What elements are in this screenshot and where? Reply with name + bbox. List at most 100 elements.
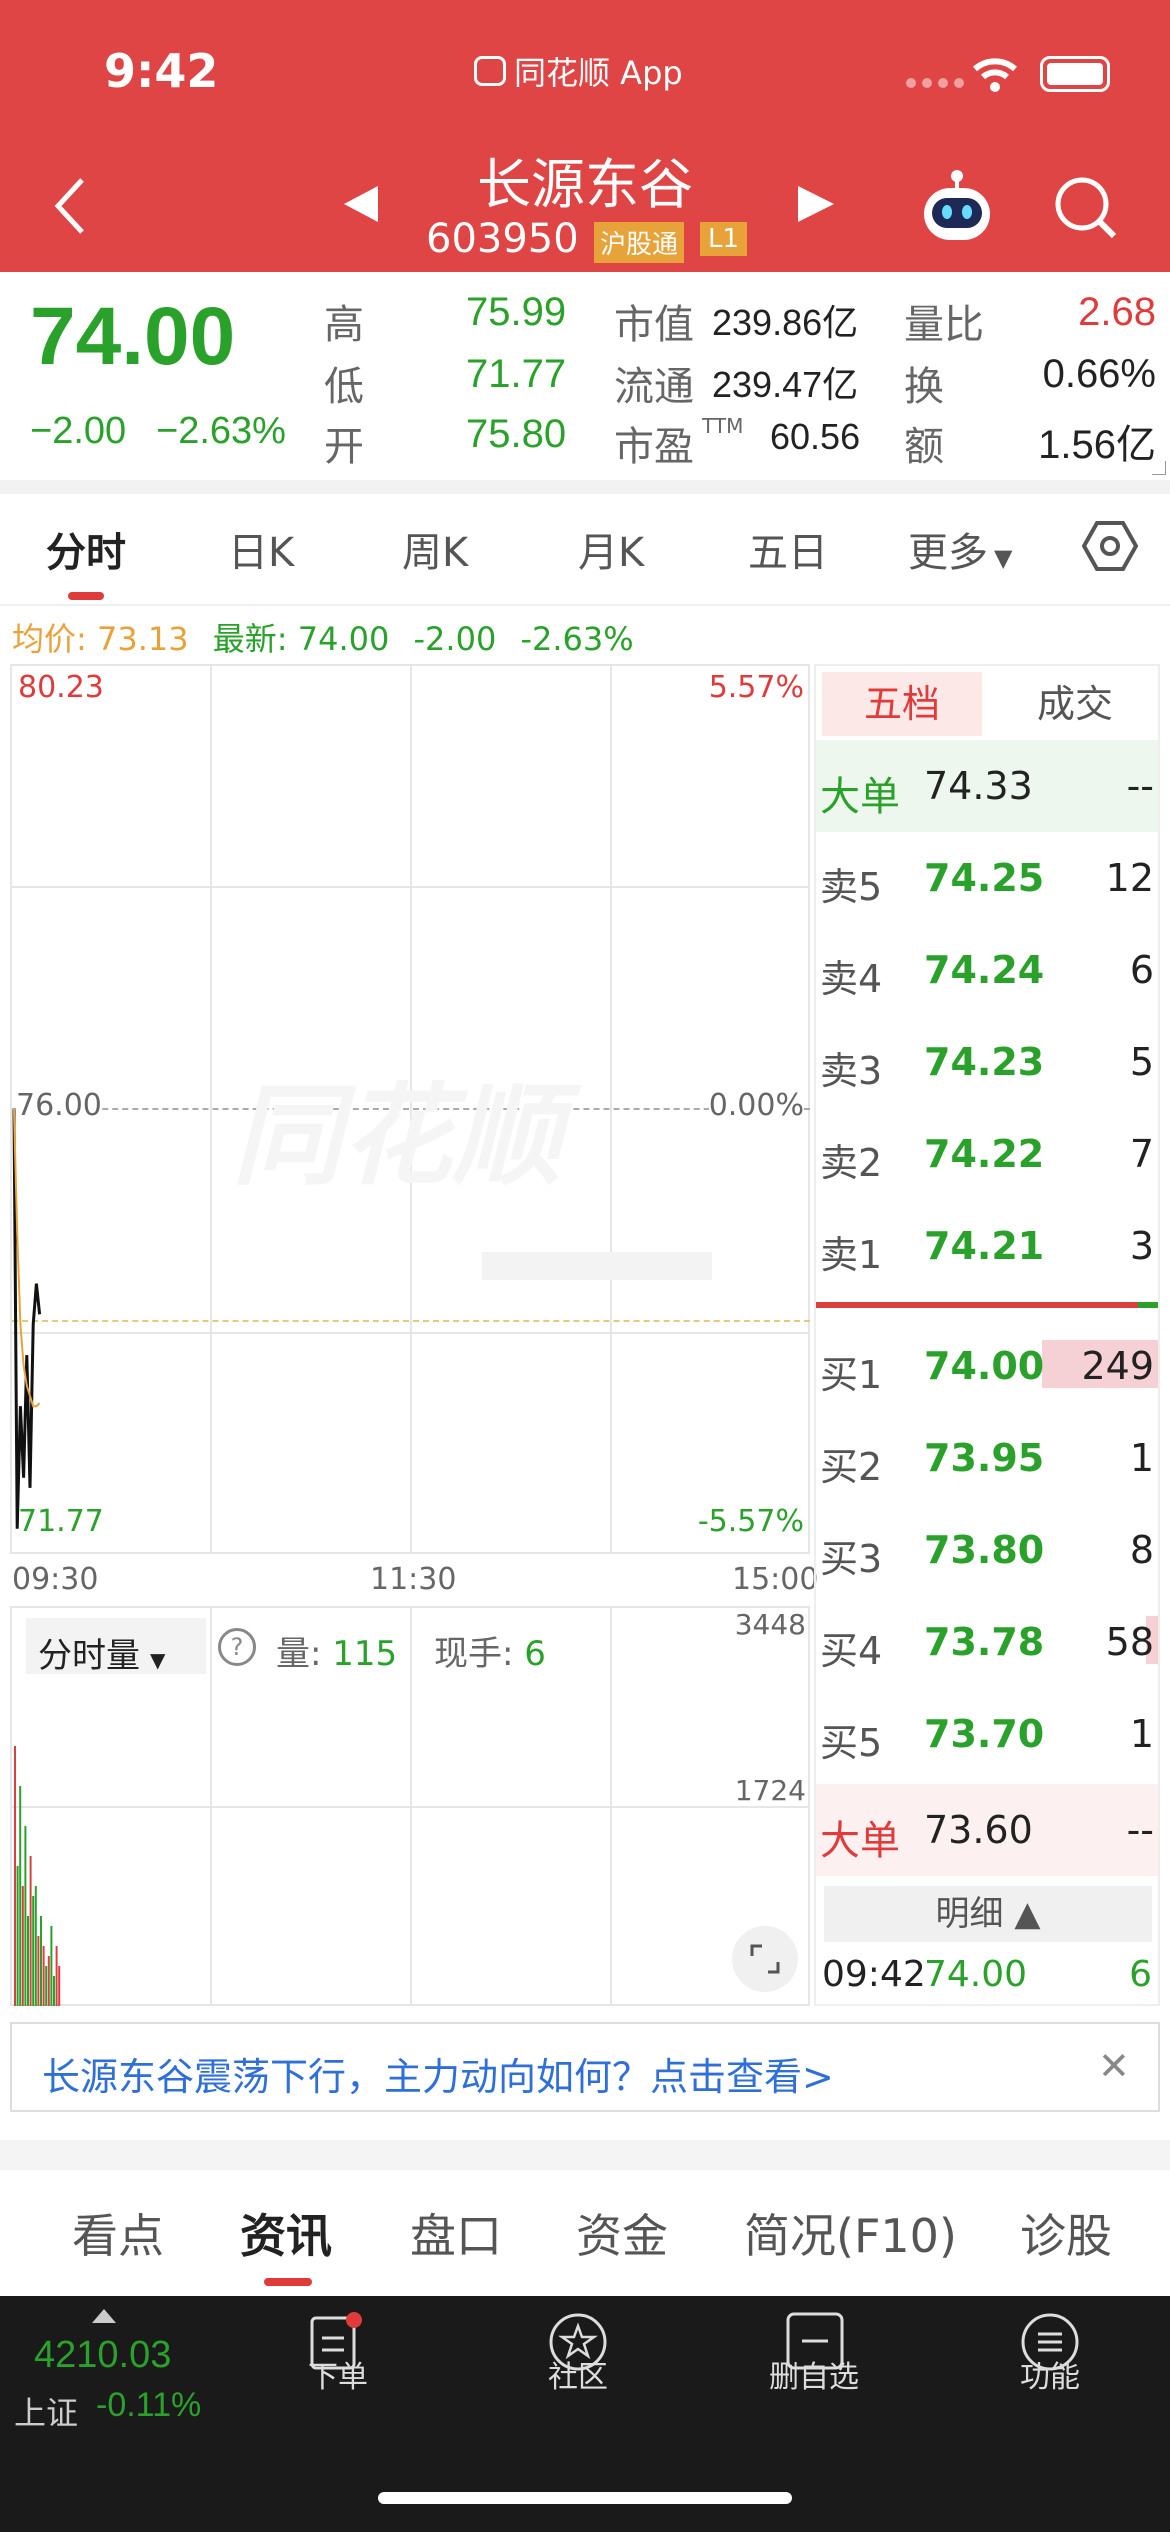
x-start-label: 09:30 (12, 1562, 99, 1597)
hand-label: 现手: (434, 1634, 514, 1674)
bid-row[interactable]: 买1 74.00 249 (816, 1320, 1158, 1412)
nav-functions[interactable]: 功能 (970, 2352, 1130, 2396)
expand-corner-icon[interactable] (1152, 460, 1167, 479)
latest-value: 74.00 (297, 620, 390, 658)
bid-label: 买4 (820, 1629, 883, 1673)
back-arrow-icon[interactable] (50, 176, 90, 236)
big-buy-price: 73.60 (924, 1808, 1033, 1852)
bid-label: 买3 (820, 1537, 883, 1581)
help-icon[interactable]: ? (218, 1628, 256, 1666)
bid-price: 73.70 (924, 1712, 1045, 1756)
bid-vol: 8 (1129, 1528, 1154, 1572)
ask-row[interactable]: 卖5 74.25 12 (816, 832, 1158, 924)
volume-bar (14, 1746, 16, 2006)
news-banner[interactable]: 长源东谷震荡下行，主力动向如何？点击查看> ✕ (10, 2022, 1160, 2112)
ask-row[interactable]: 卖3 74.23 5 (816, 1016, 1158, 1108)
tab-five-levels[interactable]: 五档 (822, 672, 982, 736)
tab-monthly-k[interactable]: 月K (578, 520, 644, 578)
fullscreen-button[interactable] (732, 1926, 798, 1992)
stock-code: 603950 (426, 216, 579, 262)
header: 9:42 同花顺 App 长源东谷 603950 沪股通 L1 (0, 0, 1170, 272)
hand-value: 6 (524, 1634, 546, 1674)
tab-highlights[interactable]: 看点 (72, 2200, 164, 2266)
spread-divider (816, 1302, 1158, 1308)
ask-label: 卖4 (820, 957, 883, 1001)
tab-news[interactable]: 资讯 (240, 2200, 332, 2266)
big-buy-row[interactable]: 大单 73.60 -- (816, 1784, 1158, 1876)
caret-down-icon: ▼ (150, 1648, 166, 1672)
intraday-chart[interactable]: 同花顺 80.23 5.57% 76.00 0.00% 71.77 -5.57% (10, 664, 810, 1554)
ask-row[interactable]: 卖2 74.22 7 (816, 1108, 1158, 1200)
pe-label: 市盈 (614, 424, 694, 470)
ask-price: 74.24 (924, 948, 1045, 992)
search-icon[interactable] (1052, 174, 1118, 240)
volume-bar (27, 1916, 29, 2006)
home-indicator[interactable] (378, 2492, 792, 2504)
next-stock-icon[interactable] (798, 186, 834, 222)
nav-remove-watch[interactable]: 删自选 (734, 2352, 894, 2396)
tick-price: 74.00 (924, 1954, 1028, 1995)
bid-vol: 1 (1129, 1712, 1154, 1756)
tab-order-panel[interactable]: 盘口 (410, 2200, 502, 2266)
tab-five-day[interactable]: 五日 (748, 520, 828, 578)
wifi-icon (970, 54, 1020, 94)
turnover-value: 0.66% (1042, 352, 1156, 396)
robot-assistant-icon[interactable] (918, 168, 996, 244)
bid-row[interactable]: 买2 73.95 1 (816, 1412, 1158, 1504)
index-change: -0.11% (96, 2386, 202, 2424)
bid-row[interactable]: 买4 73.78 58 (816, 1596, 1158, 1688)
status-time: 9:42 (104, 44, 219, 98)
nav-order[interactable]: 下单 (258, 2352, 418, 2396)
turnover-label: 换 (904, 364, 944, 410)
index-value[interactable]: 4210.03 (34, 2334, 171, 2377)
volume-bar (45, 1966, 48, 2006)
latest-change-pct: -2.63% (520, 620, 634, 658)
bid-row[interactable]: 买5 73.70 1 (816, 1688, 1158, 1780)
tab-diagnosis[interactable]: 诊股 (1020, 2200, 1112, 2266)
volume-bar (55, 1946, 58, 2006)
bid-price: 74.00 (924, 1344, 1045, 1388)
tab-funds[interactable]: 资金 (576, 2200, 668, 2266)
caret-down-icon: ▼ (994, 544, 1013, 572)
ask-row[interactable]: 卖4 74.24 6 (816, 924, 1158, 1016)
volume-bar (40, 1916, 42, 2006)
tab-more[interactable]: 更多 ▼ (908, 520, 1012, 578)
bid-row[interactable]: 买3 73.80 8 (816, 1504, 1158, 1596)
tab-more-label: 更多 (908, 530, 988, 576)
big-sell-label: 大单 (820, 774, 900, 820)
volume-bar (19, 1786, 22, 2006)
index-name: 上证 (14, 2394, 79, 2432)
bid-price: 73.80 (924, 1528, 1045, 1572)
x-mid-label: 11:30 (370, 1562, 457, 1597)
price-line (12, 1109, 42, 1529)
volume-chart[interactable]: 分时量 ▼ ? 量: 115 现手: 6 3448 1724 (10, 1606, 810, 2006)
bid-vol: 249 (1081, 1344, 1154, 1388)
big-sell-price: 74.33 (924, 764, 1033, 808)
hk-connect-badge: 沪股通 (594, 222, 685, 263)
tab-intraday[interactable]: 分时 (46, 520, 126, 578)
nav-community[interactable]: 社区 (498, 2352, 658, 2396)
price-line-plot (12, 1109, 42, 1529)
bid-label: 买2 (820, 1445, 883, 1489)
volume-mid-label: 1724 (734, 1774, 806, 1807)
volume-bar (16, 1866, 19, 2006)
volume-type-select[interactable]: 分时量 ▼ (26, 1618, 206, 1676)
tab-profile-f10[interactable]: 简况(F10) (744, 2200, 957, 2266)
ask-price: 74.21 (924, 1224, 1045, 1268)
volratio-label: 量比 (904, 302, 984, 348)
prev-stock-icon[interactable] (344, 186, 380, 222)
settings-hexagon-icon[interactable] (1081, 520, 1139, 576)
volume-bar (53, 1976, 55, 2006)
tab-daily-k[interactable]: 日K (228, 520, 294, 578)
tab-weekly-k[interactable]: 周K (402, 520, 468, 578)
volume-bar (37, 1936, 40, 2006)
ask-row[interactable]: 卖1 74.21 3 (816, 1200, 1158, 1292)
tab-trades[interactable]: 成交 (1000, 672, 1150, 736)
ask-vol: 7 (1129, 1132, 1154, 1176)
big-sell-row[interactable]: 大单 74.33 -- (816, 740, 1158, 832)
big-buy-label: 大单 (820, 1818, 900, 1864)
bid-price: 73.95 (924, 1436, 1045, 1480)
close-icon[interactable]: ✕ (1098, 2044, 1130, 2088)
detail-toggle[interactable]: 明细 ▲ (824, 1886, 1152, 1942)
bid-vol: 58 (1105, 1620, 1154, 1664)
